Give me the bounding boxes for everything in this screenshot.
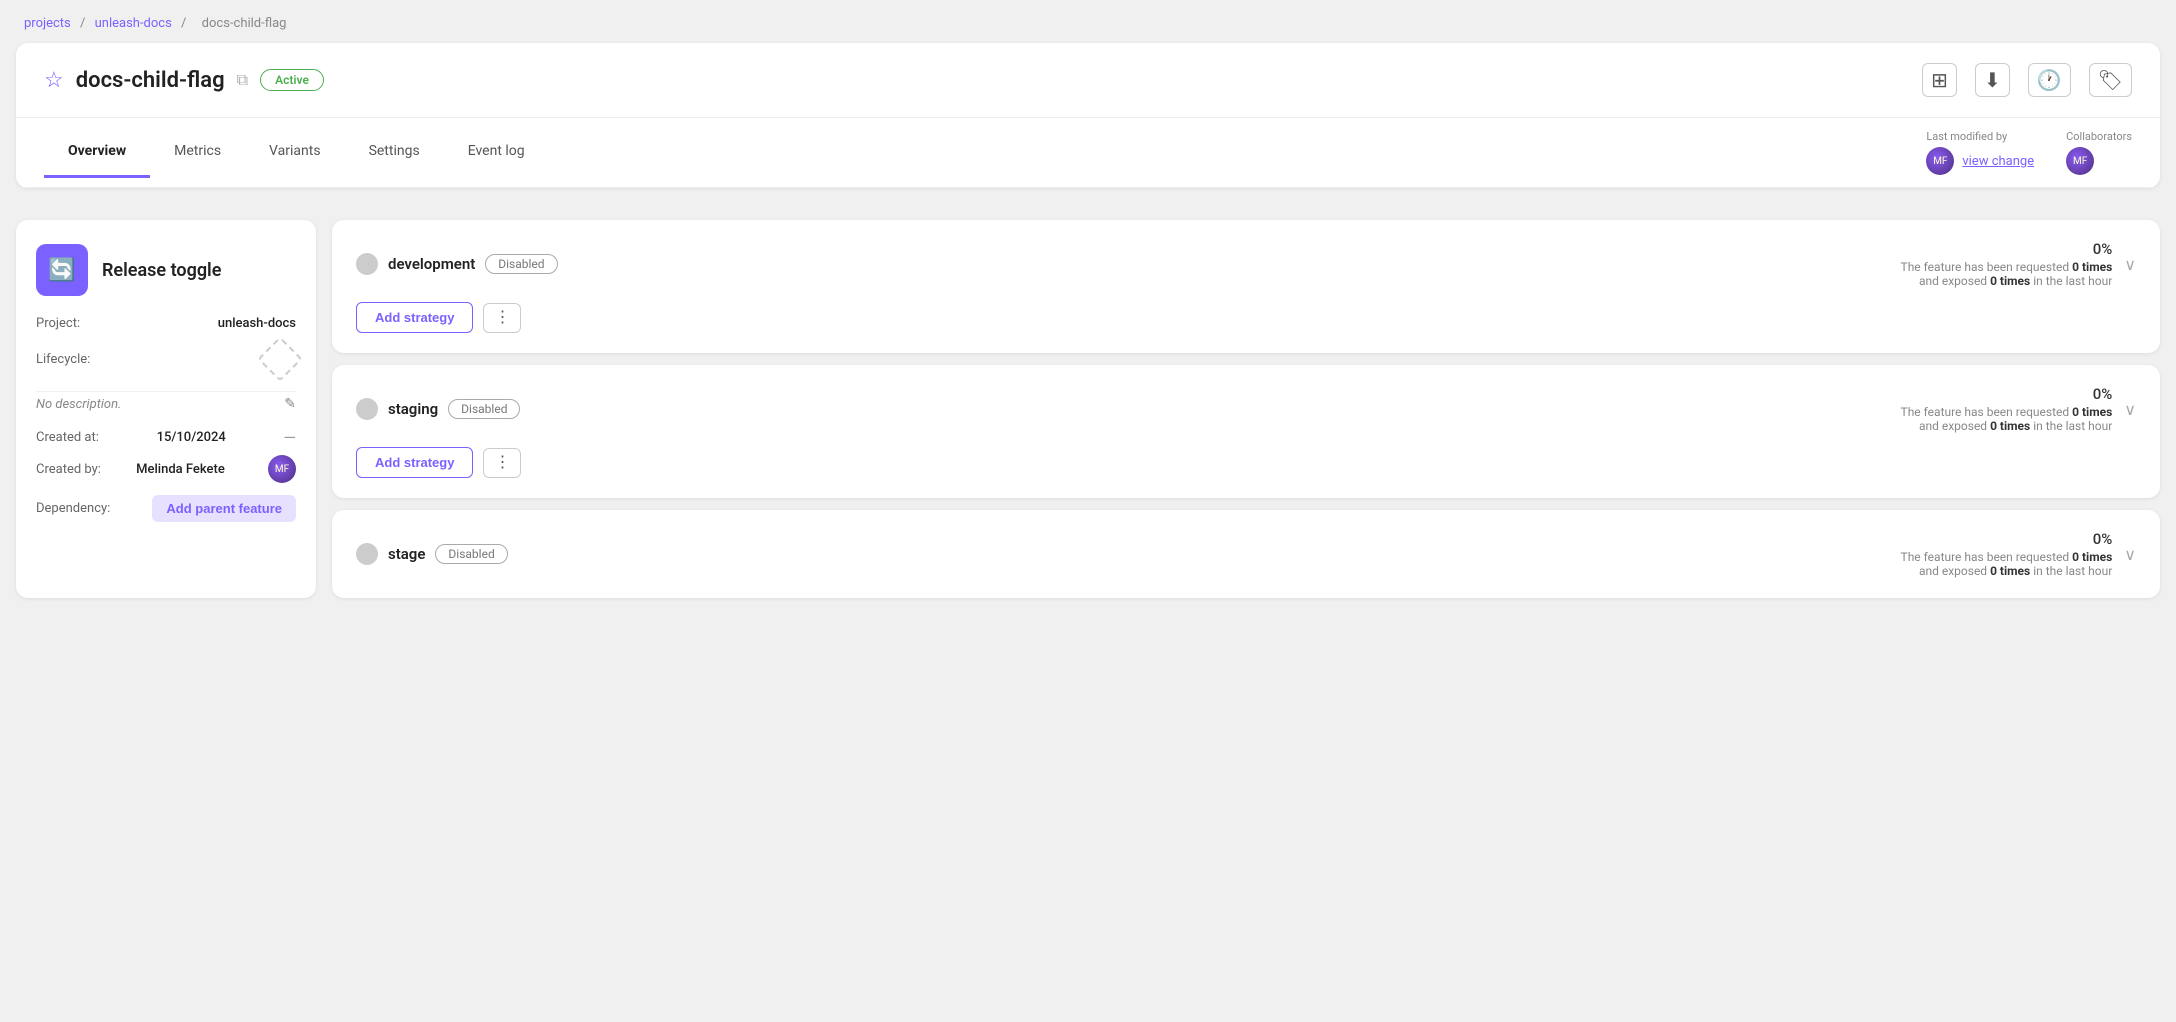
dependency-row: Dependency: Add parent feature — [36, 495, 296, 522]
tab-variants[interactable]: Variants — [245, 127, 345, 178]
env-card-development: development Disabled 0% The feature has … — [332, 220, 2160, 353]
env-dot-stage — [356, 543, 378, 565]
project-value: unleash-docs — [218, 316, 296, 331]
env-actions-dev: Add strategy ⋮ — [356, 302, 2136, 333]
edit-icon[interactable]: ✎ — [284, 396, 296, 412]
projects-link[interactable]: projects — [24, 16, 71, 31]
env-dot-staging — [356, 398, 378, 420]
flag-title: docs-child-flag — [76, 68, 225, 93]
created-by-avatar: MF — [268, 455, 296, 483]
collaborators-section: Collaborators MF — [2066, 130, 2132, 175]
star-icon[interactable]: ☆ — [44, 68, 64, 93]
add-parent-button[interactable]: Add parent feature — [152, 495, 296, 522]
tabs: Overview Metrics Variants Settings Event… — [44, 127, 1926, 178]
created-by-label: Created by: — [36, 462, 101, 477]
tag-action-icon[interactable]: 🏷 — [2089, 63, 2132, 97]
created-by-value: Melinda Fekete — [136, 462, 225, 477]
chevron-down-icon-staging[interactable]: ∨ — [2124, 400, 2136, 419]
tabs-row: Overview Metrics Variants Settings Event… — [16, 118, 2160, 188]
env-dot-dev — [356, 253, 378, 275]
env-stats-dev: 0% The feature has been requested 0 time… — [1901, 240, 2113, 288]
toggle-type-header: 🔄 Release toggle — [36, 244, 296, 296]
env-row-top-staging: staging Disabled 0% The feature has been… — [356, 385, 2136, 433]
unleash-docs-link[interactable]: unleash-docs — [95, 16, 172, 31]
created-at-row: Created at: 15/10/2024 — — [36, 428, 296, 447]
created-at-value: 15/10/2024 — [157, 430, 226, 445]
env-status-dev: Disabled — [485, 254, 557, 274]
last-modified-label: Last modified by — [1926, 130, 2007, 143]
description-text: No description. — [36, 397, 121, 412]
content-area: 🔄 Release toggle Project: unleash-docs L… — [0, 204, 2176, 614]
env-status-staging: Disabled — [448, 399, 520, 419]
flag-header-left: ☆ docs-child-flag ⧉ Active — [44, 68, 1922, 93]
tab-settings[interactable]: Settings — [345, 127, 444, 178]
env-actions-staging: Add strategy ⋮ — [356, 447, 2136, 478]
chevron-down-icon-dev[interactable]: ∨ — [2124, 255, 2136, 274]
env-row-top-stage: stage Disabled 0% The feature has been r… — [356, 530, 2136, 578]
env-stats-stage: 0% The feature has been requested 0 time… — [1901, 530, 2113, 578]
add-strategy-button-dev[interactable]: Add strategy — [356, 302, 473, 333]
last-modified-avatar: MF — [1926, 147, 1954, 175]
env-card-staging: staging Disabled 0% The feature has been… — [332, 365, 2160, 498]
last-modified-content: MF view change — [1926, 147, 2034, 175]
env-row-top-dev: development Disabled 0% The feature has … — [356, 240, 2136, 288]
toggle-type-name: Release toggle — [102, 260, 221, 281]
tab-metrics[interactable]: Metrics — [150, 127, 245, 178]
chevron-down-icon-stage[interactable]: ∨ — [2124, 545, 2136, 564]
tab-overview[interactable]: Overview — [44, 127, 150, 178]
copy-icon[interactable]: ⧉ — [237, 70, 248, 90]
env-percent-dev: 0% — [1901, 240, 2113, 258]
env-request-text-dev: The feature has been requested 0 timesan… — [1901, 260, 2113, 288]
env-percent-staging: 0% — [1901, 385, 2113, 403]
add-action-icon[interactable]: ⊞ — [1922, 63, 1957, 97]
env-name-stage: stage — [388, 545, 425, 563]
history-action-icon[interactable]: 🕐 — [2028, 63, 2071, 97]
breadcrumb: projects / unleash-docs / docs-child-fla… — [0, 0, 2176, 43]
main-card: ☆ docs-child-flag ⧉ Active ⊞ ⬇ 🕐 🏷 Overv… — [16, 43, 2160, 188]
view-change-link[interactable]: view change — [1962, 154, 2034, 169]
env-status-stage: Disabled — [435, 544, 507, 564]
env-card-stage: stage Disabled 0% The feature has been r… — [332, 510, 2160, 598]
lifecycle-row: Lifecycle: — [36, 343, 296, 375]
env-stats-staging: 0% The feature has been requested 0 time… — [1901, 385, 2113, 433]
description-row: No description. ✎ — [36, 391, 296, 412]
collaborators-content: MF — [2066, 147, 2094, 175]
toggle-icon: 🔄 — [48, 258, 75, 283]
add-strategy-button-staging[interactable]: Add strategy — [356, 447, 473, 478]
created-by-row: Created by: Melinda Fekete MF — [36, 455, 296, 483]
project-label: Project: — [36, 316, 80, 331]
active-badge: Active — [260, 69, 324, 91]
collaborator-avatar: MF — [2066, 147, 2094, 175]
env-request-text-staging: The feature has been requested 0 timesan… — [1901, 405, 2113, 433]
created-at-label: Created at: — [36, 430, 99, 445]
collaborators-label: Collaborators — [2066, 130, 2132, 143]
last-modified-section: Last modified by MF view change — [1926, 130, 2034, 175]
lifecycle-diamond — [257, 336, 302, 381]
right-panel: development Disabled 0% The feature has … — [332, 220, 2160, 598]
more-button-dev[interactable]: ⋮ — [483, 303, 521, 333]
dependency-label: Dependency: — [36, 501, 110, 516]
env-percent-stage: 0% — [1901, 530, 2113, 548]
archive-action-icon[interactable]: ⬇ — [1975, 63, 2010, 97]
env-request-text-stage: The feature has been requested 0 timesan… — [1901, 550, 2113, 578]
env-name-staging: staging — [388, 400, 438, 418]
env-name-dev: development — [388, 255, 475, 273]
toggle-icon-box: 🔄 — [36, 244, 88, 296]
created-at-dash: — — [284, 428, 297, 447]
flag-header: ☆ docs-child-flag ⧉ Active ⊞ ⬇ 🕐 🏷 — [16, 43, 2160, 118]
more-button-staging[interactable]: ⋮ — [483, 448, 521, 478]
left-panel: 🔄 Release toggle Project: unleash-docs L… — [16, 220, 316, 598]
lifecycle-label: Lifecycle: — [36, 352, 90, 367]
current-page: docs-child-flag — [202, 16, 287, 31]
header-actions: ⊞ ⬇ 🕐 🏷 — [1922, 63, 2132, 97]
project-row: Project: unleash-docs — [36, 316, 296, 331]
tab-event-log[interactable]: Event log — [444, 127, 549, 178]
tab-meta: Last modified by MF view change Collabor… — [1926, 118, 2132, 187]
